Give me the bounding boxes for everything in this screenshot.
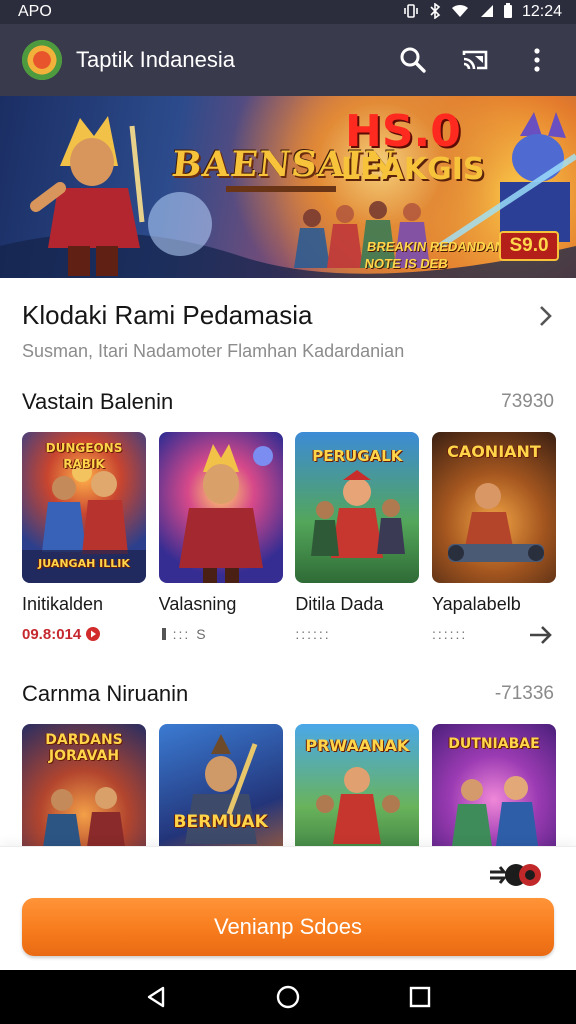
section-1-title: Vastain Balenin xyxy=(22,389,174,414)
bluetooth-icon xyxy=(428,1,442,22)
vibrate-icon xyxy=(403,3,419,22)
game-title: Valasning xyxy=(158,594,237,614)
game-meta: :::::: xyxy=(295,625,419,643)
game-art-subtitle: JUANGAH ILLIK xyxy=(38,557,130,570)
nav-back-button[interactable] xyxy=(136,977,176,1017)
game-card[interactable]: CAONIANT Yapalabelb :::::: xyxy=(431,432,556,643)
game-thumbnail[interactable]: CAONIANT xyxy=(431,432,556,583)
back-icon xyxy=(147,986,165,1008)
featured-header[interactable]: Klodaki Rami Pedamasia xyxy=(22,300,554,331)
search-button[interactable] xyxy=(390,37,436,83)
banner-tagline-line-2: NOTE IS DEB xyxy=(363,256,449,271)
game-title: Ditila Dada xyxy=(295,594,384,614)
brand-badge-icon xyxy=(490,864,541,886)
section-1-count: 73930 xyxy=(501,391,554,412)
game-art-title: PRWAANAK xyxy=(305,736,410,755)
game-art-title: DARDANS JORAVAH xyxy=(45,732,123,764)
banner-name: LEAKGIS xyxy=(341,152,485,187)
game-art-title: DUTNIABAE xyxy=(448,736,540,752)
game-thumbnail[interactable] xyxy=(158,432,283,583)
more-vert-icon xyxy=(534,48,540,72)
game-card[interactable]: DUNGEONS RABIK JUANGAH ILLIK Initikalden… xyxy=(22,432,146,643)
section-2-header: Carnma Niruanin -71336 xyxy=(22,681,554,707)
primary-action-button[interactable]: Venianp Sdoes xyxy=(22,898,554,956)
more-options-button[interactable] xyxy=(514,37,560,83)
section-1-header: Vastain Balenin 73930 xyxy=(22,389,554,415)
game-meta-value: :::::: xyxy=(295,626,331,642)
banner-tagline: BREAKIN REDANDAN NOTE IS DEB xyxy=(364,238,506,272)
chevron-right-icon[interactable] xyxy=(538,304,554,328)
status-icons: 12:24 xyxy=(403,1,562,22)
recents-icon xyxy=(409,986,431,1008)
section-1-row: DUNGEONS RABIK JUANGAH ILLIK Initikalden… xyxy=(22,432,556,643)
nav-recents-button[interactable] xyxy=(400,977,440,1017)
game-art-title: BERMUAK xyxy=(173,812,268,832)
battery-icon xyxy=(503,2,513,22)
banner-tagline-line-1: BREAKIN REDANDAN xyxy=(366,239,506,254)
game-meta-value: ::: S xyxy=(172,626,208,642)
game-card[interactable]: Valasning ::: S xyxy=(158,432,283,643)
download-icon xyxy=(161,628,166,640)
banner-price-badge: S9.0 xyxy=(499,231,559,261)
home-icon xyxy=(276,985,300,1009)
section-2-count: -71336 xyxy=(494,683,554,704)
game-art-title: DUNGEONS RABIK xyxy=(45,441,123,471)
app-bar: Taptik Indanesia xyxy=(0,24,576,96)
game-thumbnail[interactable]: DUNGEONS RABIK JUANGAH ILLIK xyxy=(22,432,146,583)
status-bar: APO 12:24 xyxy=(0,0,576,24)
game-title: Yapalabelb xyxy=(431,594,521,614)
section-2-title: Carnma Niruanin xyxy=(22,681,189,706)
featured-title: Klodaki Rami Pedamasia xyxy=(22,300,313,330)
game-art-title: PERUGALK xyxy=(312,447,403,465)
cast-icon xyxy=(462,50,488,70)
featured-subtitle: Susman, Itari Nadamoter Flamhan Kadardan… xyxy=(22,341,405,361)
game-meta: ::: S xyxy=(159,625,283,643)
game-art-title: CAONIANT xyxy=(447,442,541,461)
system-nav-bar xyxy=(0,970,576,1024)
game-art xyxy=(178,444,273,583)
carrier-label: APO xyxy=(18,3,52,20)
game-meta-value: :::::: xyxy=(431,626,468,642)
cast-button[interactable] xyxy=(452,37,498,83)
game-meta-value: 09.8:014 xyxy=(22,625,82,643)
app-title: Taptik Indanesia xyxy=(76,47,235,72)
clock-label: 12:24 xyxy=(521,3,562,20)
app-logo[interactable] xyxy=(20,38,64,82)
signal-icon xyxy=(478,4,494,21)
wifi-icon xyxy=(451,4,469,21)
banner-edition: HS.0 xyxy=(345,106,461,157)
game-meta: 09.8:014 xyxy=(22,625,146,643)
arrow-right-icon[interactable] xyxy=(526,623,556,647)
search-icon xyxy=(400,47,426,73)
game-card[interactable]: PERUGALK Ditila Dada :::::: xyxy=(295,432,420,643)
nav-home-button[interactable] xyxy=(268,977,308,1017)
game-thumbnail[interactable]: PERUGALK xyxy=(295,432,420,583)
banner-subtitle-strip xyxy=(226,186,336,192)
game-title: Initikalden xyxy=(22,594,104,614)
play-badge-icon xyxy=(86,627,101,641)
